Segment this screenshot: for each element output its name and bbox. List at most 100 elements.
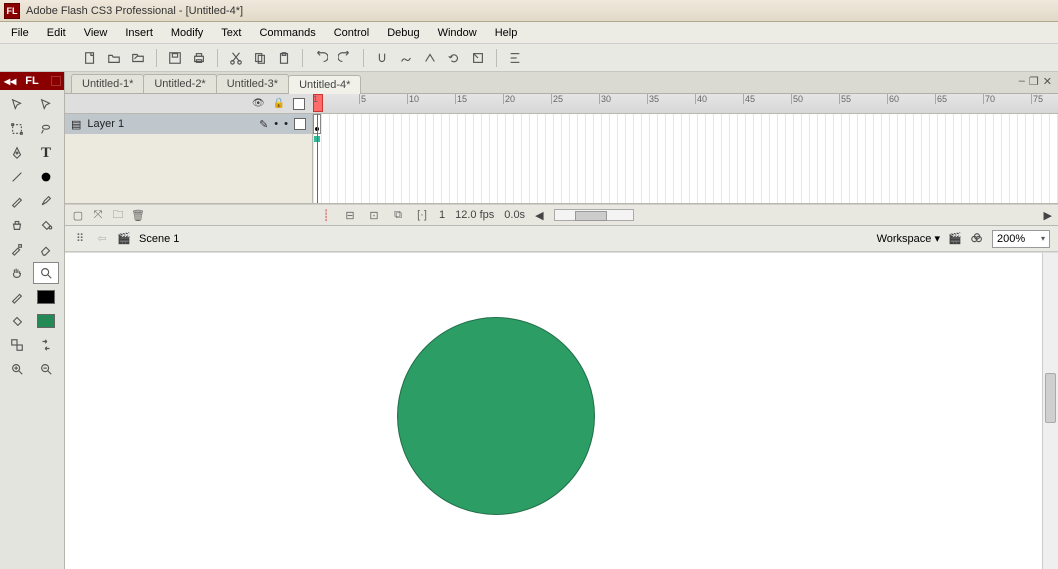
layer-outline-box[interactable]: [294, 118, 306, 130]
new-motion-guide-icon[interactable]: ⤧: [91, 208, 105, 222]
menu-debug[interactable]: Debug: [378, 24, 428, 42]
swap-colors-icon[interactable]: [33, 334, 59, 356]
title-bar: FL Adobe Flash CS3 Professional - [Untit…: [0, 0, 1058, 22]
center-frame-icon[interactable]: ┊: [319, 208, 333, 222]
brush-tool[interactable]: [33, 190, 59, 212]
layer-row[interactable]: ▤ Layer 1 ✎ • •: [65, 114, 312, 134]
ink-bottle-tool[interactable]: [4, 214, 30, 236]
layer-name[interactable]: Layer 1: [87, 118, 253, 130]
lasso-tool[interactable]: [33, 118, 59, 140]
doc-tab-active[interactable]: Untitled-4*: [288, 75, 361, 94]
frame-ruler[interactable]: 1 5 10 15 20 25 30 35 40 45 50 55 60 65 …: [313, 94, 1058, 113]
menu-insert[interactable]: Insert: [116, 24, 162, 42]
line-tool[interactable]: [4, 166, 30, 188]
new-file-icon[interactable]: [80, 48, 100, 68]
scroll-left-icon[interactable]: ◀: [535, 209, 543, 222]
document-tabs: Untitled-1* Untitled-2* Untitled-3* Unti…: [65, 72, 1058, 94]
black-white-icon[interactable]: [4, 334, 30, 356]
restore-doc-icon[interactable]: ❐: [1029, 75, 1039, 88]
ruler-mark: 50: [791, 94, 839, 104]
menu-text[interactable]: Text: [212, 24, 250, 42]
zoom-tool[interactable]: [33, 262, 59, 284]
snap-icon[interactable]: [372, 48, 392, 68]
undo-icon[interactable]: [311, 48, 331, 68]
edit-bar-grip-icon[interactable]: ⠿: [73, 232, 87, 246]
vertical-scrollbar[interactable]: [1042, 253, 1058, 569]
timeline-layers: ▤ Layer 1 ✎ • •: [65, 114, 1058, 204]
fill-color-swatch[interactable]: [33, 310, 59, 332]
menu-edit[interactable]: Edit: [38, 24, 75, 42]
edit-scene-icon[interactable]: 🎬: [948, 232, 962, 246]
pencil-tool[interactable]: [4, 190, 30, 212]
fill-color-tool[interactable]: [4, 310, 30, 332]
stroke-color-swatch[interactable]: [33, 286, 59, 308]
stage[interactable]: [65, 252, 1058, 569]
scroll-right-icon[interactable]: ▶: [1044, 209, 1052, 222]
scale-icon[interactable]: [468, 48, 488, 68]
stroke-color-tool[interactable]: [4, 286, 30, 308]
menu-control[interactable]: Control: [325, 24, 378, 42]
zoom-select[interactable]: 200%: [992, 230, 1050, 248]
text-tool[interactable]: T: [33, 142, 59, 164]
modify-markers-icon[interactable]: [·]: [415, 208, 429, 222]
stage-shape-circle[interactable]: [397, 317, 595, 515]
frames-area[interactable]: [313, 114, 1058, 203]
back-icon[interactable]: ⇦: [95, 232, 109, 246]
align-icon[interactable]: [505, 48, 525, 68]
zoom-out-option[interactable]: [33, 358, 59, 380]
close-doc-icon[interactable]: ✕: [1043, 75, 1052, 88]
layer-lock-dot[interactable]: •: [284, 118, 288, 130]
menu-file[interactable]: File: [2, 24, 38, 42]
redo-icon[interactable]: [335, 48, 355, 68]
eraser-tool[interactable]: [33, 238, 59, 260]
copy-icon[interactable]: [250, 48, 270, 68]
doc-tab[interactable]: Untitled-2*: [143, 74, 216, 93]
rectangle-tool[interactable]: [33, 166, 59, 188]
menu-help[interactable]: Help: [486, 24, 527, 42]
outline-toggle-icon[interactable]: [293, 98, 305, 110]
scene-label[interactable]: Scene 1: [139, 233, 179, 245]
eye-icon[interactable]: 👁: [252, 98, 265, 109]
scrollbar-thumb[interactable]: [1045, 373, 1056, 423]
tools-panel-header[interactable]: ◀◀ FL: [0, 72, 64, 90]
workspace-menu[interactable]: Workspace ▾: [877, 232, 940, 245]
doc-tab[interactable]: Untitled-3*: [216, 74, 289, 93]
paint-bucket-tool[interactable]: [33, 214, 59, 236]
delete-layer-icon[interactable]: 🗑: [131, 208, 145, 222]
zoom-in-option[interactable]: [4, 358, 30, 380]
rotate-icon[interactable]: [444, 48, 464, 68]
menu-commands[interactable]: Commands: [250, 24, 324, 42]
new-layer-icon[interactable]: ▢: [71, 208, 85, 222]
save-icon[interactable]: [165, 48, 185, 68]
playhead-line[interactable]: [317, 114, 318, 203]
print-icon[interactable]: [189, 48, 209, 68]
menu-window[interactable]: Window: [429, 24, 486, 42]
window-title: Adobe Flash CS3 Professional - [Untitled…: [26, 5, 243, 17]
open-file-icon[interactable]: [104, 48, 124, 68]
paste-icon[interactable]: [274, 48, 294, 68]
free-transform-tool[interactable]: [4, 118, 30, 140]
selection-tool[interactable]: [4, 94, 30, 116]
eyedropper-tool[interactable]: [4, 238, 30, 260]
browse-icon[interactable]: [128, 48, 148, 68]
subselection-tool[interactable]: [33, 94, 59, 116]
cut-icon[interactable]: [226, 48, 246, 68]
menu-view[interactable]: View: [75, 24, 117, 42]
minimize-doc-icon[interactable]: –: [1019, 75, 1025, 88]
pen-tool[interactable]: [4, 142, 30, 164]
onion-outline-icon[interactable]: ⊡: [367, 208, 381, 222]
hand-tool[interactable]: [4, 262, 30, 284]
new-folder-icon[interactable]: 🗀: [111, 208, 125, 222]
edit-symbol-icon[interactable]: [970, 232, 984, 246]
layer-visible-dot[interactable]: •: [274, 118, 278, 130]
lock-icon[interactable]: 🔒: [273, 98, 285, 109]
timeline-scrollbar[interactable]: [554, 209, 634, 221]
smooth-icon[interactable]: [396, 48, 416, 68]
onion-skin-icon[interactable]: ⊟: [343, 208, 357, 222]
straighten-icon[interactable]: [420, 48, 440, 68]
doc-tab[interactable]: Untitled-1*: [71, 74, 144, 93]
collapse-icon[interactable]: ◀◀: [4, 77, 16, 86]
edit-multiple-icon[interactable]: ⧉: [391, 208, 405, 222]
menu-modify[interactable]: Modify: [162, 24, 212, 42]
main-toolbar: [0, 44, 1058, 72]
